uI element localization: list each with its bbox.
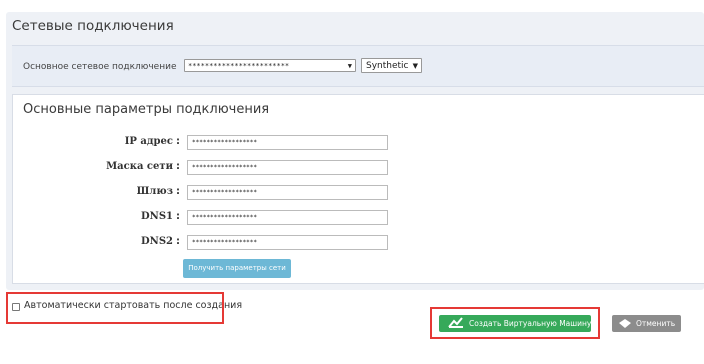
- gateway-input[interactable]: ******************: [187, 185, 388, 200]
- cancel-button[interactable]: Отменить: [612, 315, 681, 332]
- dns1-label: DNS1: [141, 211, 173, 222]
- dropdown-arrow-icon: ▼: [412, 62, 418, 70]
- mask-input[interactable]: ******************: [187, 160, 388, 175]
- ip-input[interactable]: ******************: [187, 135, 388, 150]
- params-title: Основные параметры подключения: [23, 102, 270, 117]
- gateway-colon: :: [176, 186, 180, 197]
- adapter-type-select[interactable]: Synthetic ▼: [361, 58, 422, 73]
- dns2-label: DNS2: [141, 236, 173, 247]
- dns2-input[interactable]: ******************: [187, 235, 388, 250]
- create-vm-button[interactable]: Создать Виртуальную Машину: [439, 315, 591, 332]
- main-connection-select[interactable]: ************************ ▼: [184, 59, 356, 72]
- autostart-highlight: [6, 292, 224, 324]
- main-connection-value: ************************: [188, 62, 290, 70]
- top-strip: [0, 0, 704, 12]
- dns2-colon: :: [176, 236, 180, 247]
- gateway-label: Шлюз: [136, 186, 173, 197]
- mask-label: Маска сети: [106, 161, 173, 172]
- section-title: Сетевые подключения: [12, 18, 174, 34]
- get-network-params-button[interactable]: Получить параметры сети: [183, 259, 291, 278]
- adapter-type-value: Synthetic: [366, 61, 409, 71]
- ip-colon: :: [176, 136, 180, 147]
- dns1-colon: :: [176, 211, 180, 222]
- cancel-icon: [619, 319, 631, 328]
- create-vm-label: Создать Виртуальную Машину: [469, 319, 592, 328]
- ip-label: IP адрес: [124, 136, 173, 147]
- cancel-label: Отменить: [636, 319, 676, 328]
- create-vm-icon: [448, 317, 463, 328]
- mask-colon: :: [176, 161, 180, 172]
- dropdown-arrow-icon: ▼: [347, 62, 352, 70]
- main-connection-row: Основное сетевое подключение ***********…: [12, 45, 704, 87]
- dns1-input[interactable]: ******************: [187, 210, 388, 225]
- main-connection-label: Основное сетевое подключение: [23, 62, 177, 72]
- connection-params-box: Основные параметры подключения IP адрес …: [12, 94, 704, 284]
